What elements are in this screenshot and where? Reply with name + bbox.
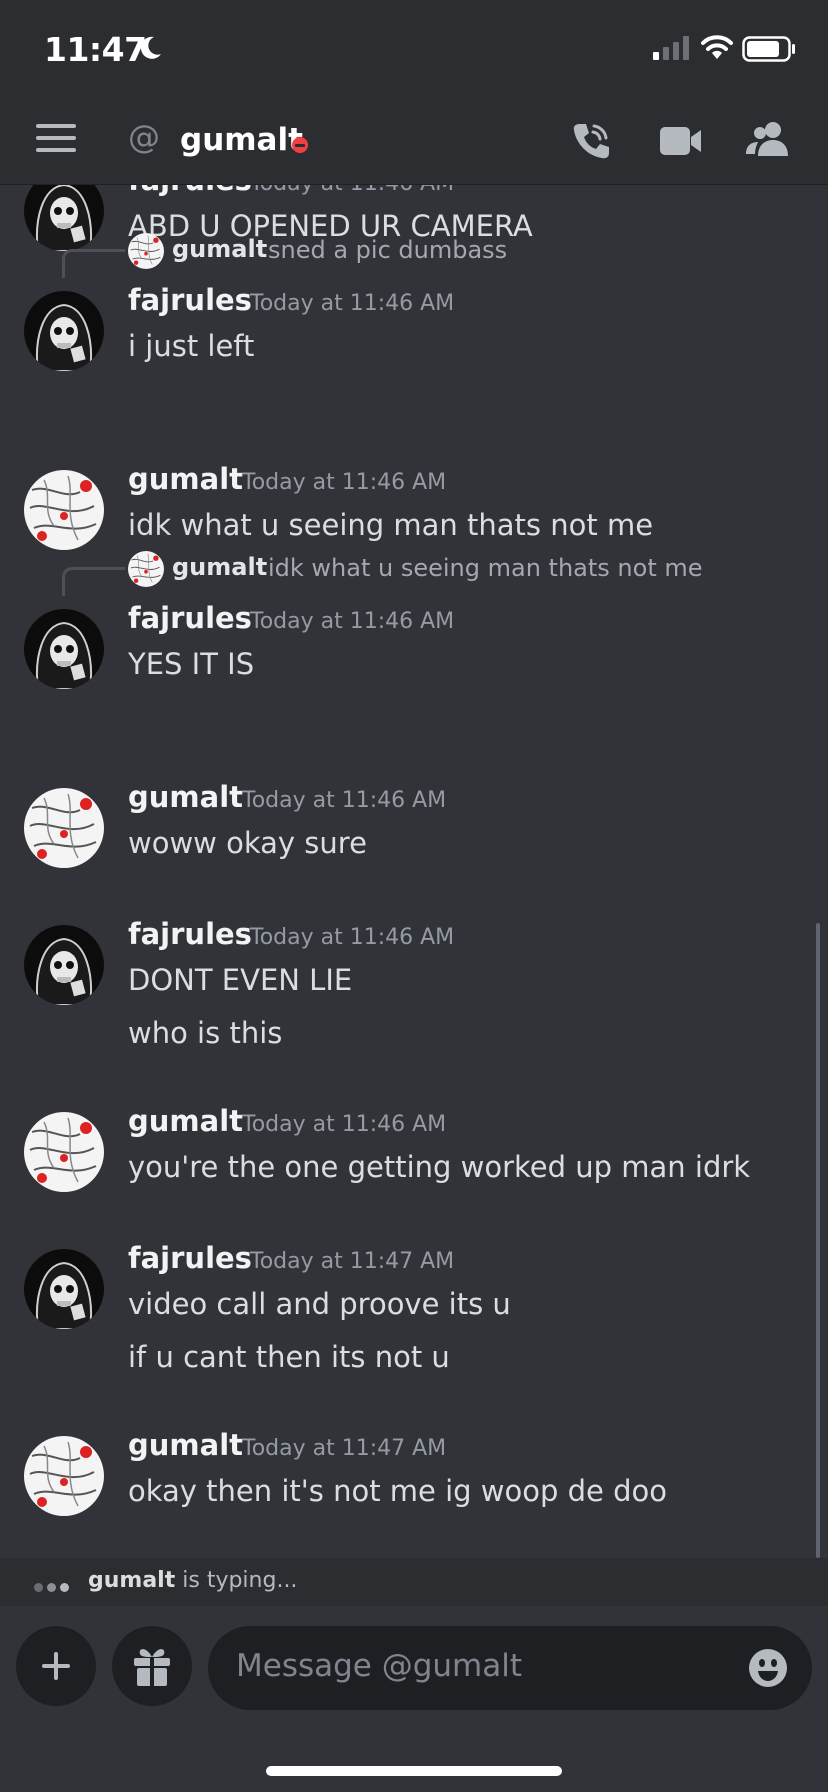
- message-input-placeholder: Message @gumalt: [236, 1648, 523, 1684]
- at-icon: @: [128, 118, 160, 156]
- avatar[interactable]: [24, 1436, 104, 1516]
- cellular-signal-icon: [653, 36, 689, 60]
- message-text: idk what u seeing man thats not me: [128, 508, 654, 542]
- reply-author: gumalt: [172, 235, 268, 263]
- message-timestamp: Today at 11:46 AM: [250, 291, 455, 316]
- add-attachment-button[interactable]: [16, 1626, 96, 1706]
- message-timestamp: Today at 11:46 AM: [250, 925, 455, 950]
- message-timestamp: Today at 11:47 AM: [250, 1249, 455, 1274]
- reply-spine: [62, 567, 125, 596]
- avatar: [128, 233, 164, 269]
- typing-indicator: gumalt is typing...: [0, 1558, 828, 1606]
- message-author[interactable]: fajrules: [128, 185, 252, 197]
- message-text: video call and proove its u: [128, 1287, 511, 1321]
- avatar[interactable]: [24, 1249, 104, 1329]
- message-timestamp: Today at 11:46 AM: [242, 788, 447, 813]
- message-author[interactable]: gumalt: [128, 1104, 243, 1138]
- home-indicator[interactable]: [266, 1766, 562, 1776]
- member-list-icon[interactable]: [746, 120, 790, 160]
- reply-author: gumalt: [172, 553, 268, 581]
- message-text: who is this: [128, 1016, 283, 1050]
- menu-icon[interactable]: [36, 124, 76, 156]
- clock: 11:47: [44, 30, 147, 69]
- avatar[interactable]: [24, 788, 104, 868]
- wifi-icon: [701, 35, 733, 59]
- reply-preview[interactable]: gumalt sned a pic dumbass: [0, 231, 800, 278]
- message-text: you're the one getting worked up man idr…: [128, 1150, 751, 1184]
- message-author[interactable]: fajrules: [128, 1241, 252, 1275]
- channel-name[interactable]: gumalt: [180, 122, 303, 158]
- message-timestamp: Today at 11:46 AM: [242, 1112, 447, 1137]
- avatar[interactable]: [24, 1112, 104, 1192]
- avatar[interactable]: [24, 470, 104, 550]
- battery-icon: [742, 36, 795, 62]
- avatar[interactable]: [24, 925, 104, 1005]
- message-author[interactable]: gumalt: [128, 780, 243, 814]
- voice-call-icon[interactable]: [570, 120, 612, 162]
- message-author[interactable]: fajrules: [128, 917, 252, 951]
- status-bar: 11:47: [0, 0, 828, 100]
- message-text: DONT EVEN LIE: [128, 963, 353, 997]
- message-timestamp: Today at 11:46 AM: [242, 470, 447, 495]
- dm-header: @ gumalt: [0, 100, 828, 185]
- avatar[interactable]: [24, 609, 104, 689]
- typing-dots-icon: [34, 1577, 73, 1596]
- message-timestamp: Today at 11:46 AM: [250, 185, 454, 196]
- message-text: YES IT IS: [128, 647, 255, 681]
- message-input[interactable]: Message @gumalt: [208, 1626, 812, 1710]
- composer: Message @gumalt: [0, 1606, 828, 1792]
- message-timestamp: Today at 11:46 AM: [250, 609, 455, 634]
- avatar: [128, 551, 164, 587]
- message-text: woww okay sure: [128, 826, 367, 860]
- gift-icon: [134, 1649, 170, 1686]
- moon-icon: [140, 36, 161, 59]
- dnd-status-icon: [292, 137, 308, 153]
- reply-spine: [62, 249, 125, 278]
- message-timestamp: Today at 11:47 AM: [242, 1436, 447, 1461]
- message-author[interactable]: gumalt: [128, 462, 243, 496]
- typing-text: gumalt is typing...: [88, 1568, 298, 1593]
- emoji-icon[interactable]: [748, 1648, 788, 1688]
- scrollbar[interactable]: [816, 923, 820, 1558]
- message-text: i just left: [128, 329, 255, 363]
- message-list[interactable]: fajrulesToday at 11:46 AMABD U OPENED UR…: [0, 185, 828, 1558]
- plus-icon: [42, 1652, 70, 1680]
- message-author[interactable]: gumalt: [128, 1428, 243, 1462]
- message-author[interactable]: fajrules: [128, 283, 252, 317]
- video-call-icon[interactable]: [660, 124, 702, 158]
- reply-text: idk what u seeing man thats not me: [268, 554, 703, 582]
- reply-preview[interactable]: gumalt idk what u seeing man thats not me: [0, 549, 800, 596]
- gift-button[interactable]: [112, 1626, 192, 1706]
- message-text: if u cant then its not u: [128, 1340, 450, 1374]
- reply-text: sned a pic dumbass: [268, 236, 508, 264]
- message-author[interactable]: fajrules: [128, 601, 252, 635]
- message-text: okay then it's not me ig woop de doo: [128, 1474, 667, 1508]
- avatar[interactable]: [24, 291, 104, 371]
